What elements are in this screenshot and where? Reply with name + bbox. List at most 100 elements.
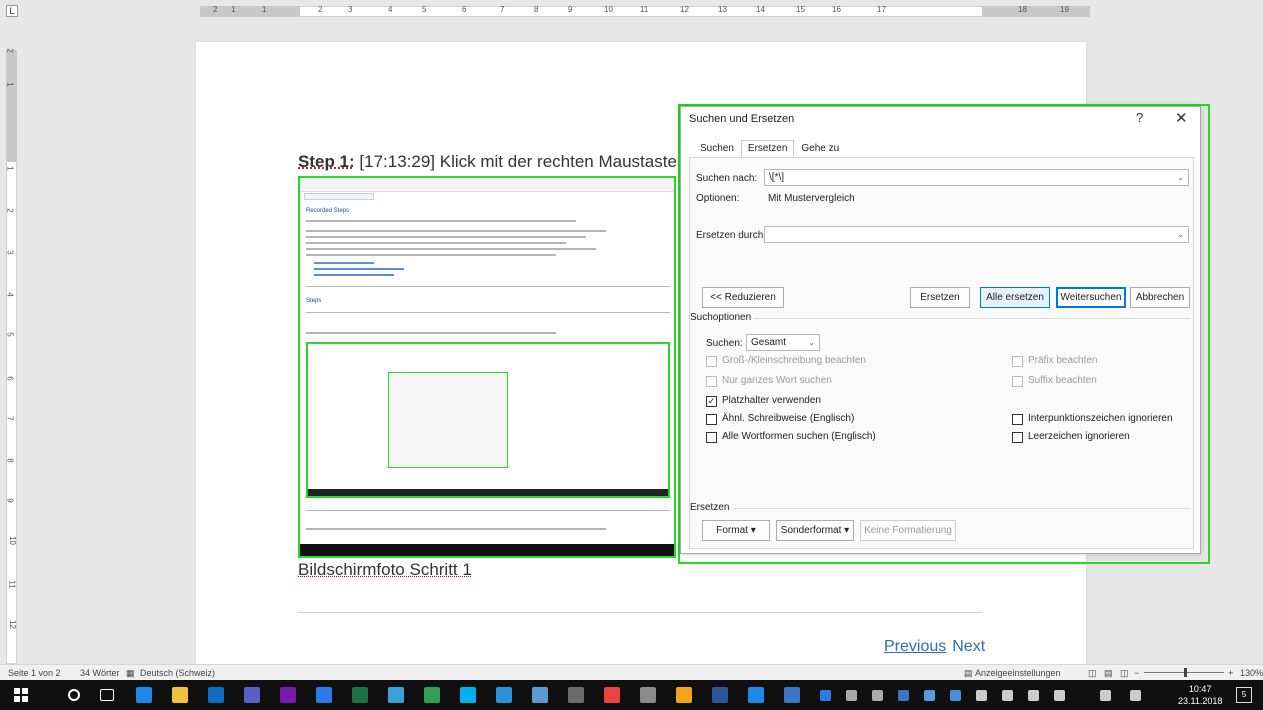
find-next-button[interactable]: Weitersuchen	[1056, 287, 1126, 308]
tab-search[interactable]: Suchen	[693, 140, 741, 157]
search-direction-label: Suchen:	[706, 338, 743, 349]
embedded-divider	[306, 510, 670, 511]
proofing-icon[interactable]: ▦	[126, 668, 135, 679]
checkbox[interactable]	[706, 432, 717, 443]
vertical-ruler-margin[interactable]	[6, 50, 17, 162]
zoom-slider-thumb[interactable]	[1184, 668, 1187, 677]
tray-icon[interactable]	[976, 690, 987, 701]
ruler-number: 3	[348, 5, 353, 14]
skype-icon[interactable]	[460, 687, 476, 703]
embedded-link	[314, 268, 404, 270]
tray-icon[interactable]	[1002, 690, 1013, 701]
web-layout-icon[interactable]: ◫	[1120, 668, 1129, 679]
outlook-icon[interactable]	[208, 687, 224, 703]
embedded-title: Recorded Steps	[306, 208, 350, 214]
cancel-button[interactable]: Abbrechen	[1130, 287, 1190, 308]
tray-icon[interactable]	[898, 690, 909, 701]
notification-icon[interactable]: 5	[1236, 687, 1252, 703]
word-count[interactable]: 34 Wörter	[80, 668, 120, 678]
onenote-icon[interactable]	[280, 687, 296, 703]
options-value: Mit Mustervergleich	[768, 193, 855, 204]
tab-selector-icon[interactable]: L	[6, 5, 18, 17]
tray-icon[interactable]	[1130, 690, 1141, 701]
screenshot-caption: Bildschirmfoto Schritt 1	[298, 560, 472, 579]
tray-icon[interactable]	[924, 690, 935, 701]
explorer-icon[interactable]	[172, 687, 188, 703]
ruler-number: 8	[5, 458, 15, 463]
replace-all-button[interactable]: Alle ersetzen	[980, 287, 1050, 308]
previous-link[interactable]: Previous	[884, 638, 946, 655]
search-input[interactable]: \[*\] ⌄	[764, 169, 1189, 186]
taskbar-clock[interactable]: 10:47 23.11.2018	[1178, 683, 1222, 707]
special-format-button[interactable]: Sonderformat ▾	[776, 520, 854, 541]
replace-input[interactable]: ⌄	[764, 226, 1189, 243]
tray-icon[interactable]	[820, 690, 831, 701]
chrome-icon[interactable]	[604, 687, 620, 703]
edge-icon[interactable]	[136, 687, 152, 703]
ruler-right-margin[interactable]	[982, 6, 1090, 17]
search-direction-select[interactable]: Gesamt ⌄	[746, 334, 820, 351]
clock-time: 10:47	[1188, 684, 1212, 694]
ie-icon[interactable]	[748, 687, 764, 703]
chevron-down-icon[interactable]: ⌄	[1177, 227, 1184, 242]
app-icon[interactable]	[640, 687, 656, 703]
app-icon[interactable]	[496, 687, 512, 703]
zoom-in-button[interactable]: +	[1228, 668, 1233, 678]
embedded-screenshot[interactable]: Recorded Steps Steps	[298, 176, 676, 558]
ruler-number: 6	[5, 376, 15, 381]
tray-icon[interactable]	[872, 690, 883, 701]
teams-icon[interactable]	[244, 687, 260, 703]
read-mode-icon[interactable]: ◫	[1088, 668, 1097, 679]
todo-icon[interactable]	[316, 687, 332, 703]
tray-icon[interactable]	[1100, 690, 1111, 701]
checkbox[interactable]	[1012, 414, 1023, 425]
word-icon[interactable]	[712, 687, 728, 703]
tab-replace[interactable]: Ersetzen	[740, 140, 795, 157]
horizontal-ruler[interactable]: L 2 1 1 2 3 4 5 6 7 8 9 10 11 12 13 14 15 16 17 18 19	[0, 0, 1263, 20]
app-icon[interactable]	[676, 687, 692, 703]
ruler-number: 11	[7, 580, 17, 589]
task-view-icon[interactable]	[100, 689, 114, 701]
format-button[interactable]: Format ▾	[702, 520, 770, 541]
checkbox	[706, 376, 717, 387]
app-icon[interactable]	[388, 687, 404, 703]
no-format-button[interactable]: Keine Formatierung	[860, 520, 956, 541]
replace-button[interactable]: Ersetzen	[910, 287, 970, 308]
zoom-out-button[interactable]: −	[1134, 668, 1139, 678]
next-link[interactable]: Next	[952, 638, 985, 655]
chevron-down-icon[interactable]: ⌄	[808, 335, 815, 350]
display-settings-icon[interactable]: ▤	[964, 668, 973, 679]
tray-icon[interactable]	[1028, 690, 1039, 701]
tray-icon[interactable]	[846, 690, 857, 701]
ruler-number: 4	[388, 5, 393, 14]
checkbox[interactable]	[1012, 432, 1023, 443]
app-icon[interactable]	[532, 687, 548, 703]
tray-icon[interactable]	[1054, 690, 1065, 701]
calculator-icon[interactable]	[568, 687, 584, 703]
print-layout-icon[interactable]: ▤	[1104, 668, 1113, 679]
search-icon[interactable]	[68, 689, 80, 701]
find-replace-dialog[interactable]: Suchen und Ersetzen ? ✕ Suchen Ersetzen Ge…	[680, 106, 1201, 554]
checkbox	[1012, 356, 1023, 367]
checkbox-label: Präfix beachten	[1028, 355, 1098, 366]
checkbox[interactable]	[706, 414, 717, 425]
ruler-number: 2	[213, 5, 218, 14]
app-icon[interactable]	[784, 687, 800, 703]
ruler-number: 18	[1018, 5, 1027, 14]
tray-icon[interactable]	[950, 690, 961, 701]
vertical-ruler[interactable]: 2 1 1 2 3 4 5 6 7 8 9 10 11 12	[0, 20, 22, 664]
project-icon[interactable]	[424, 687, 440, 703]
tab-goto[interactable]: Gehe zu	[794, 140, 846, 157]
display-settings[interactable]: Anzeigeeinstellungen	[975, 668, 1061, 678]
zoom-level[interactable]: 130%	[1240, 668, 1263, 678]
reduce-button[interactable]: << Reduzieren	[702, 287, 784, 308]
excel-icon[interactable]	[352, 687, 368, 703]
windows-start-icon[interactable]	[14, 688, 28, 702]
checkbox[interactable]: ✓	[706, 396, 717, 407]
close-icon[interactable]: ✕	[1175, 109, 1188, 127]
help-icon[interactable]: ?	[1136, 110, 1143, 125]
ruler-number: 2	[5, 48, 15, 53]
language[interactable]: Deutsch (Schweiz)	[140, 668, 215, 678]
page-count[interactable]: Seite 1 von 2	[8, 668, 61, 678]
chevron-down-icon[interactable]: ⌄	[1177, 170, 1184, 185]
